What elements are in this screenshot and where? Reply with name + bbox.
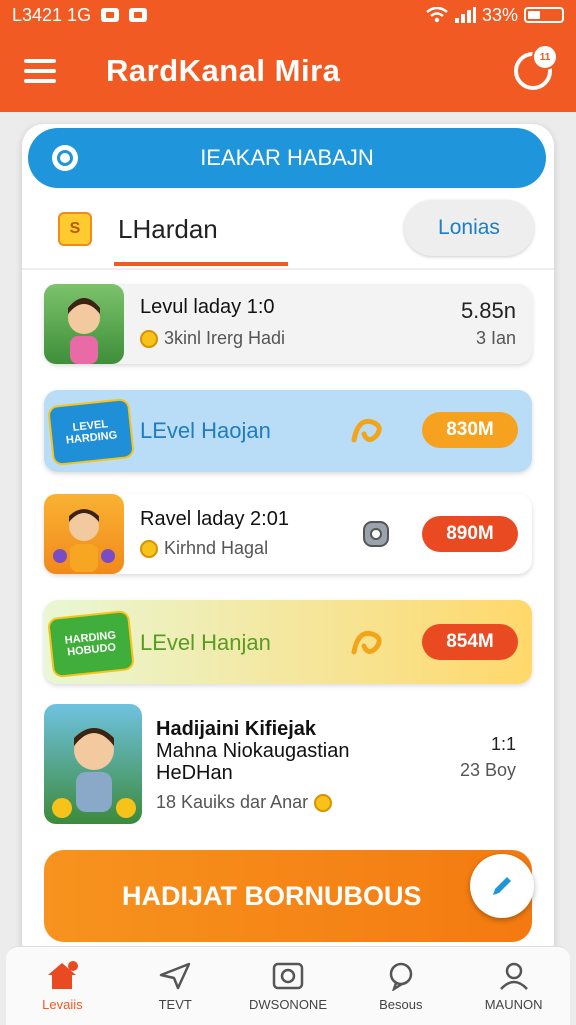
tab-pill-button[interactable]: Lonias xyxy=(404,200,534,256)
nav-label: DWSONONE xyxy=(248,996,327,1012)
item-price: 1:1 xyxy=(490,734,516,754)
item-subtitle: 3kinl Irerg Hadi xyxy=(140,328,285,349)
wifi-icon xyxy=(426,7,448,23)
medal-icon xyxy=(140,539,158,558)
tab-underline xyxy=(114,262,288,266)
character-thumbnail xyxy=(44,284,124,364)
battery-percent: 33% xyxy=(481,4,518,25)
nav-profile[interactable]: MAUNON xyxy=(457,947,570,1025)
item-title: Ravel laday 2:01 xyxy=(140,508,289,530)
nav-chat[interactable]: Besous xyxy=(344,947,457,1025)
item-subtitle-text: 3kinl Irerg Hadi xyxy=(164,328,286,348)
notification-badge: 11 xyxy=(532,44,558,70)
send-icon xyxy=(159,962,191,989)
nav-send[interactable]: TEVT xyxy=(119,947,232,1025)
nav-label: TEVT xyxy=(158,996,192,1012)
home-icon xyxy=(48,960,79,989)
battery-icon xyxy=(524,7,564,23)
hadijat-bonus-button[interactable]: HADIJAT BORNUBOUS xyxy=(44,850,532,942)
gold-swirl-icon xyxy=(351,630,382,655)
item-subtitle: Kirhnd Hagal xyxy=(140,538,268,559)
app-bar: RardKanal Mira 11 xyxy=(0,30,576,112)
cta-label: HADIJAT BORNUBOUS xyxy=(122,880,422,911)
nav-camera[interactable]: DWSONONE xyxy=(232,947,345,1025)
item-price: 5.85n xyxy=(460,298,516,323)
edit-fab-button[interactable] xyxy=(470,854,534,918)
item-subtitle: 18 Kauiks dar Anar xyxy=(156,792,333,813)
item-title: Levul laday 1:0 xyxy=(140,296,275,318)
item-title-line3: HeDHan xyxy=(156,762,233,784)
tab-row: S LHardan Lonias xyxy=(22,194,554,270)
list-item-banner[interactable]: LEVEL HARDING LEvel Haojan 830M xyxy=(44,390,532,472)
item-label: LEvel Hanjan xyxy=(140,630,271,655)
coin-icon xyxy=(140,329,158,348)
list-item[interactable]: Hadijaini Kifiejak Mahna Niokaugastian H… xyxy=(44,704,532,830)
item-title-line2: Mahna Niokaugastian xyxy=(156,740,350,762)
tab-active[interactable]: LHardan xyxy=(118,214,218,245)
search-label: IEAKAR HABAJN xyxy=(200,145,374,170)
nav-label: Levaiis xyxy=(42,996,83,1012)
list-item[interactable]: Levul laday 1:0 3kinl Irerg Hadi 5.85n 3… xyxy=(44,284,532,364)
item-meta: 23 Boy xyxy=(459,760,516,780)
search-bar[interactable]: IEAKAR HABAJN xyxy=(28,128,546,188)
menu-button[interactable] xyxy=(24,59,56,83)
nav-home[interactable]: Levaiis xyxy=(6,947,119,1025)
item-title: Hadijaini Kifiejak xyxy=(156,718,317,740)
character-thumbnail xyxy=(44,494,124,574)
list-item[interactable]: Ravel laday 2:01 Kirhnd Hagal 890M xyxy=(44,494,532,574)
item-subtitle-text: 18 Kauiks dar Anar xyxy=(156,792,309,812)
notifications-button[interactable]: 11 xyxy=(514,44,558,90)
status-time: L3421 1G xyxy=(12,4,92,25)
item-tag: 890M xyxy=(422,516,518,552)
pencil-icon xyxy=(493,877,511,895)
nav-label: Besous xyxy=(379,996,423,1012)
item-tag: 830M xyxy=(422,412,518,448)
camera-icon xyxy=(272,962,304,989)
main-card: IEAKAR HABAJN S LHardan Lonias Levul lad… xyxy=(22,124,554,964)
signal-icon xyxy=(454,7,476,23)
character-thumbnail xyxy=(44,704,142,824)
coin-icon xyxy=(314,793,333,812)
bottom-nav: Levaiis TEVT DWSONONE Besous MAUNON xyxy=(6,946,570,1025)
tag-icon: S xyxy=(58,212,92,246)
search-icon xyxy=(52,145,78,171)
item-meta: 3 Ian xyxy=(475,328,516,348)
item-label: LEvel Haojan xyxy=(140,418,271,443)
notification-icon xyxy=(101,8,120,22)
chat-icon xyxy=(389,962,413,991)
level-badge-icon: LEVEL HARDING xyxy=(47,397,135,467)
item-subtitle-text: Kirhnd Hagal xyxy=(164,538,269,558)
nav-label: MAUNON xyxy=(484,996,543,1012)
list-item-banner[interactable]: HARDING HOBUDO LEvel Hanjan 854M xyxy=(44,600,532,684)
status-bar: L3421 1G 33% xyxy=(0,0,576,30)
gold-swirl-icon xyxy=(351,418,382,443)
profile-icon xyxy=(499,962,528,990)
item-tag: 854M xyxy=(422,624,518,660)
app-title: RardKanal Mira xyxy=(106,53,341,88)
robot-icon xyxy=(363,521,389,547)
notification-icon xyxy=(129,8,148,22)
level-badge-icon: HARDING HOBUDO xyxy=(47,609,135,679)
